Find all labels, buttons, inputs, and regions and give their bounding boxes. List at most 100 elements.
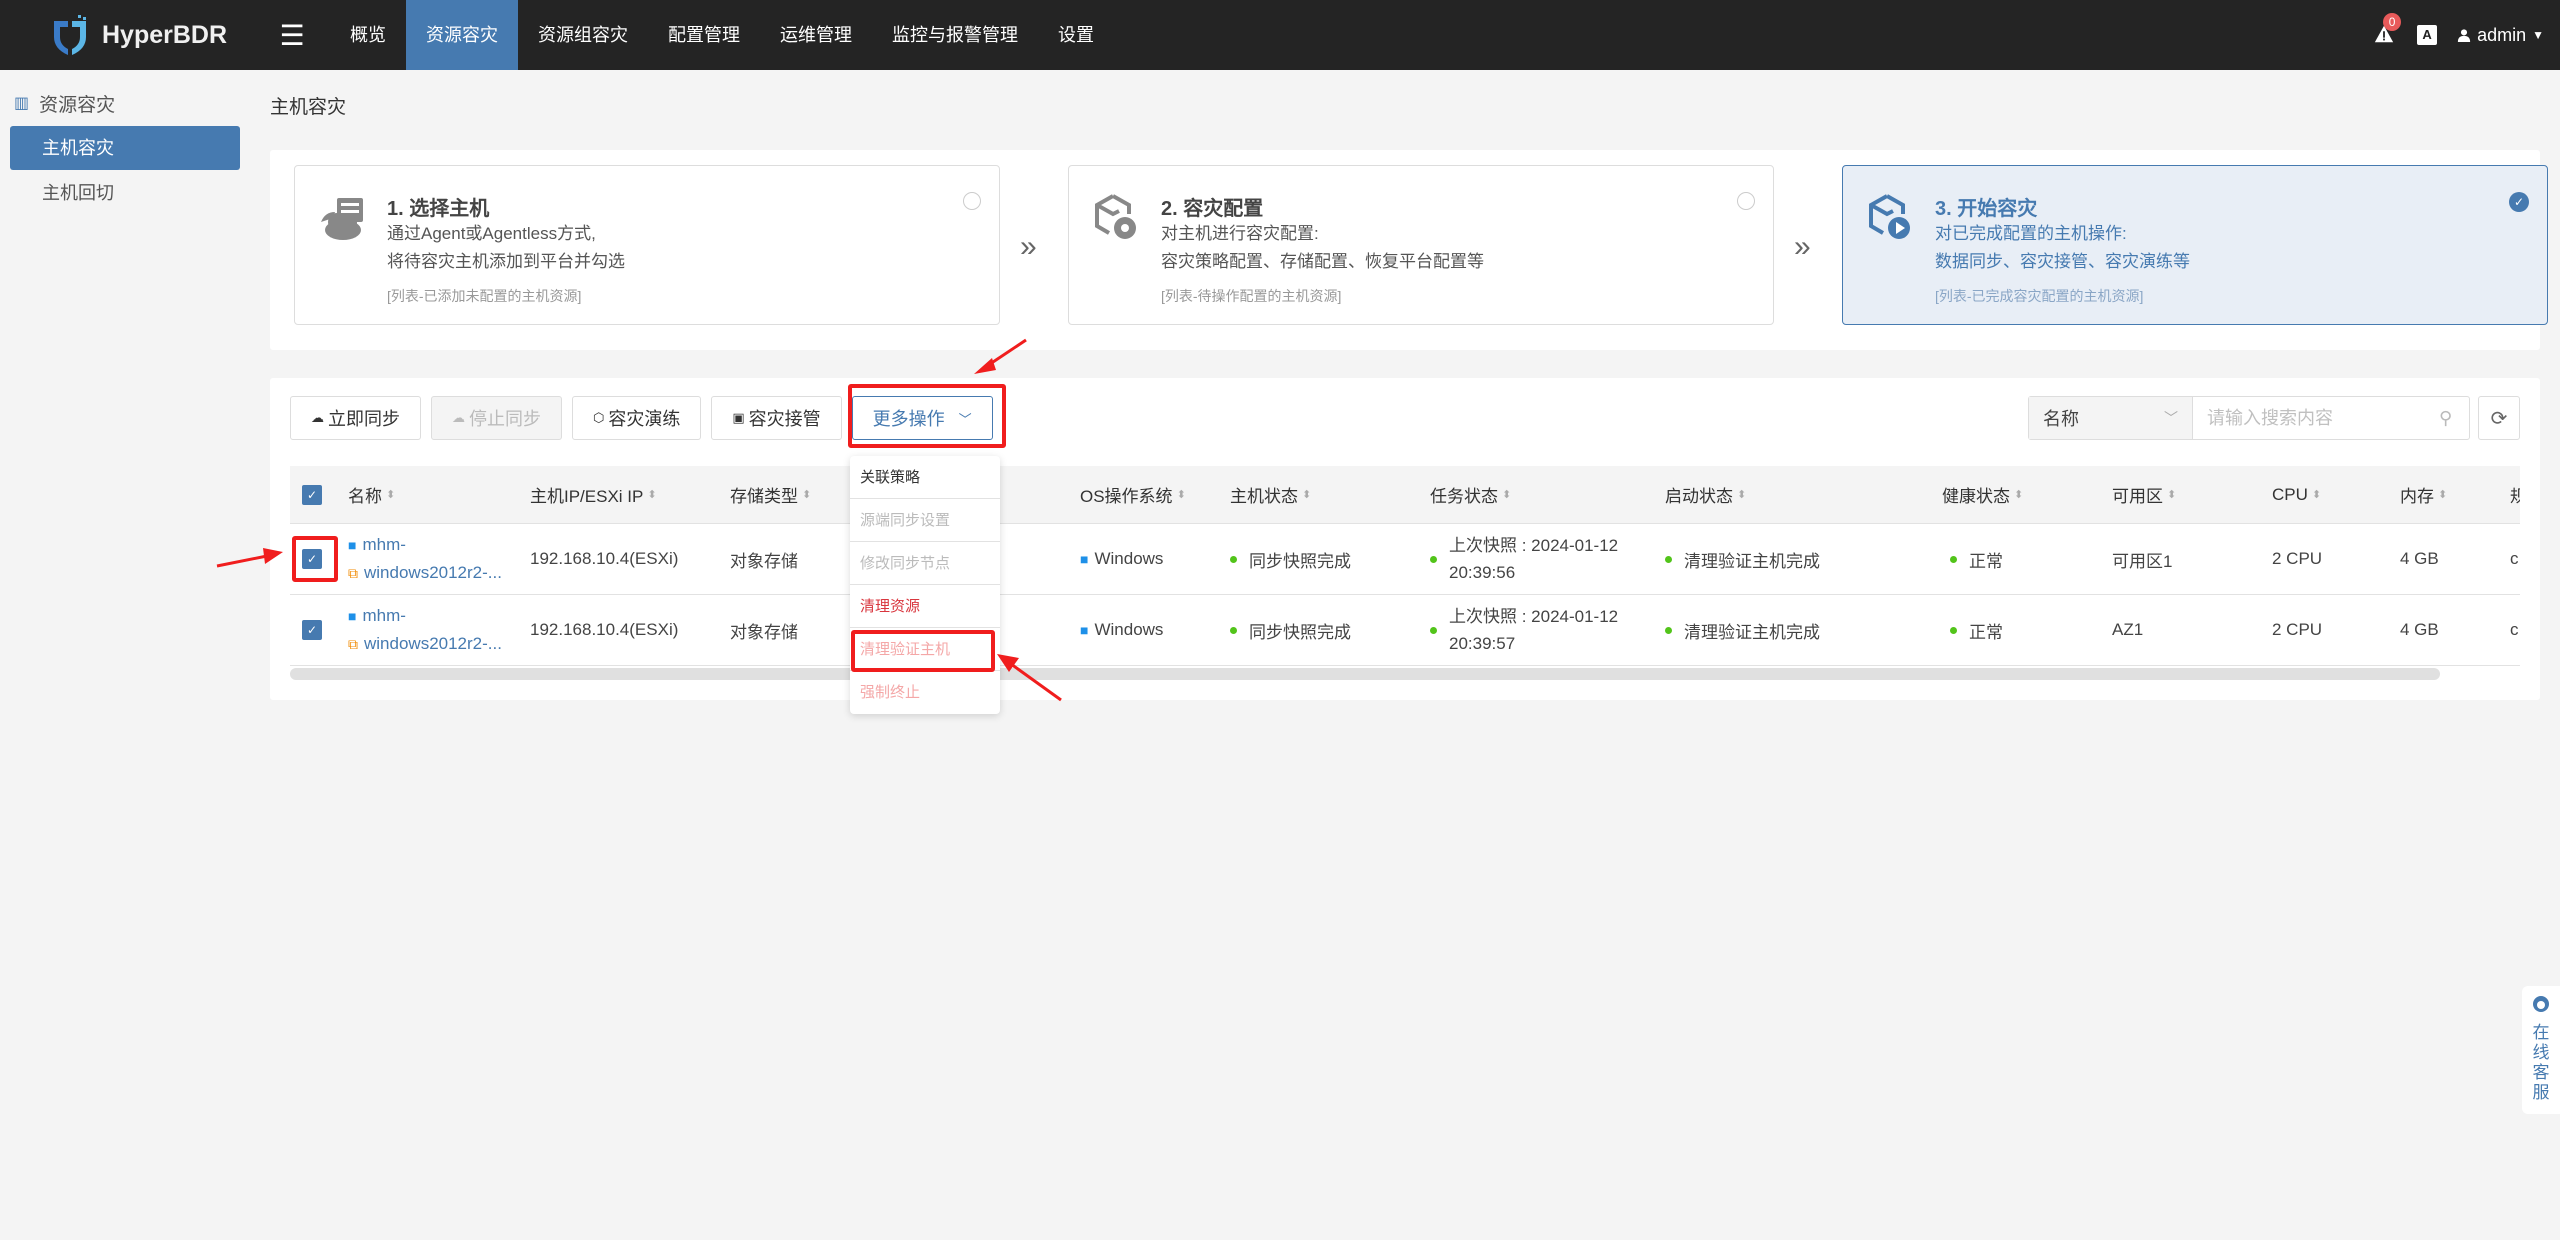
dr-drill-button[interactable]: ⬡ 容灾演练 — [572, 396, 702, 440]
col-spec[interactable]: 规 — [2510, 466, 2520, 523]
sort-icon: ⬍ — [1302, 489, 1312, 501]
cube-icon: ⬡ — [593, 410, 605, 425]
host-name-link[interactable]: ■ mhm- ⧉ windows2012r2-... — [348, 595, 502, 665]
menu-item-cleanup-resources[interactable]: 清理资源 — [850, 585, 1000, 628]
nav-overview[interactable]: 概览 — [330, 0, 406, 70]
nav-resource-dr[interactable]: 资源容灾 — [406, 0, 518, 70]
host-name-link[interactable]: ■ mhm- ⧉ windows2012r2-... — [348, 524, 502, 594]
host-ip: 192.168.10.4(ESXi) — [530, 549, 679, 568]
stop-sync-button[interactable]: ☁ 停止同步 — [431, 396, 562, 440]
annotation-arrow — [216, 548, 283, 568]
search-input[interactable] — [2193, 397, 2439, 439]
col-zone[interactable]: 可用区 ⬍ — [2112, 466, 2176, 523]
status-dot — [1665, 555, 1672, 563]
status-dot — [1950, 626, 1957, 634]
host-status: 同步快照完成 — [1230, 595, 1351, 665]
cube-play-icon — [1869, 194, 1910, 239]
user-menu[interactable]: admin ▼ — [2457, 25, 2544, 46]
step-note: [列表-已添加未配置的主机资源] — [387, 288, 582, 304]
sort-icon: ⬍ — [1502, 489, 1512, 501]
step-note: [列表-待操作配置的主机资源] — [1161, 288, 1342, 304]
language-icon[interactable]: A — [2417, 25, 2438, 45]
menu-item-associate-policy[interactable]: 关联策略 — [850, 456, 1000, 499]
search-icon[interactable]: ⚲ — [2439, 397, 2469, 439]
menu-item-modify-sync-node[interactable]: 修改同步节点 — [850, 542, 1000, 585]
zone: 可用区1 — [2112, 551, 2173, 571]
step-radio[interactable] — [963, 192, 981, 210]
app-name: HyperBDR — [102, 20, 228, 49]
logo[interactable]: HyperBDR — [48, 13, 240, 57]
col-ip[interactable]: 主机IP/ESXi IP ⬍ — [530, 466, 657, 523]
cpu: 2 CPU — [2272, 549, 2323, 568]
sync-now-button[interactable]: ☁ 立即同步 — [290, 396, 421, 440]
windows-icon: ■ — [348, 537, 357, 553]
col-cpu[interactable]: CPU ⬍ — [2272, 466, 2321, 523]
alert-count-badge: 0 — [2383, 13, 2402, 31]
menu-item-source-sync-settings[interactable]: 源端同步设置 — [850, 499, 1000, 542]
sort-icon: ⬍ — [2438, 489, 2448, 501]
host-status: 同步快照完成 — [1230, 524, 1351, 594]
host-table: ✓ 名称 ⬍ 主机IP/ESXi IP ⬍ 存储类型 ⬍ OS操作系统 ⬍ 主机状态 ⬍ … — [290, 466, 2520, 666]
col-boot-status[interactable]: 启动状态 ⬍ — [1665, 466, 1746, 523]
step-description: 对主机进行容灾配置: 容灾策略配置、存储配置、恢复平台配置等 — [1161, 220, 1484, 276]
step-select-host[interactable]: 1. 选择主机 通过Agent或Agentless方式, 将待容灾主机添加到平台… — [294, 165, 1000, 325]
nav-ops-management[interactable]: 运维管理 — [760, 0, 872, 70]
button-label: 容灾演练 — [608, 409, 681, 429]
online-service-label: 在线客服 — [2532, 1023, 2550, 1102]
refresh-button[interactable]: ⟳ — [2478, 396, 2520, 440]
nav-monitoring-alerts[interactable]: 监控与报警管理 — [872, 0, 1038, 70]
steps-panel: 1. 选择主机 通过Agent或Agentless方式, 将待容灾主机添加到平台… — [270, 150, 2548, 350]
sidebar-section-title: 资源容灾 — [39, 94, 116, 116]
menu-toggle-icon[interactable]: ☰ — [272, 19, 312, 52]
row-checkbox[interactable]: ✓ — [302, 595, 322, 665]
sort-icon: ⬍ — [386, 489, 396, 501]
dr-takeover-button[interactable]: ▣ 容灾接管 — [711, 396, 842, 440]
table-header: ✓ 名称 ⬍ 主机IP/ESXi IP ⬍ 存储类型 ⬍ OS操作系统 ⬍ 主机状态 ⬍ … — [290, 466, 2520, 524]
sort-icon: ⬍ — [802, 489, 812, 501]
step-radio[interactable] — [1737, 192, 1755, 210]
chevron-right-icon: » — [1794, 230, 1811, 263]
search-field-value: 名称 — [2043, 409, 2079, 429]
online-service-button[interactable]: 在线客服 — [2522, 986, 2560, 1114]
table-row[interactable]: ✓ ■ mhm- ⧉ windows2012r2-... 192.168.10.4(… — [290, 524, 2520, 595]
vmware-icon: ⧉ — [348, 636, 358, 652]
sort-icon: ⬍ — [2014, 489, 2024, 501]
step-title: 1. 选择主机 — [387, 198, 490, 220]
annotation-highlight-checkbox — [292, 536, 338, 582]
search-bar: 名称 ﹀ ⚲ — [2028, 396, 2470, 440]
nav-resource-group-dr[interactable]: 资源组容灾 — [518, 0, 648, 70]
step-note: [列表-已完成容灾配置的主机资源] — [1935, 288, 2144, 304]
col-health[interactable]: 健康状态 ⬍ — [1942, 466, 2023, 523]
caret-down-icon: ▼ — [2532, 28, 2544, 42]
status-dot — [1430, 626, 1437, 634]
nav-config-management[interactable]: 配置管理 — [648, 0, 760, 70]
step-title: 2. 容灾配置 — [1161, 198, 1264, 220]
sort-icon: ⬍ — [1176, 489, 1186, 501]
step-dr-config[interactable]: 2. 容灾配置 对主机进行容灾配置: 容灾策略配置、存储配置、恢复平台配置等 [… — [1068, 165, 1774, 325]
horizontal-scrollbar[interactable] — [290, 668, 2440, 680]
main-nav: 概览 资源容灾 资源组容灾 配置管理 运维管理 监控与报警管理 设置 — [330, 0, 1114, 70]
user-icon — [2457, 29, 2471, 42]
search-field-select[interactable]: 名称 ﹀ — [2029, 397, 2193, 439]
col-os[interactable]: OS操作系统 ⬍ — [1080, 466, 1186, 523]
step-desc-line: 容灾策略配置、存储配置、恢复平台配置等 — [1161, 252, 1484, 271]
col-task-status[interactable]: 任务状态 ⬍ — [1430, 466, 1511, 523]
select-all-checkbox[interactable]: ✓ — [302, 466, 322, 523]
button-label: 停止同步 — [469, 409, 541, 429]
alerts-button[interactable]: 0 — [2373, 13, 2402, 47]
cloud-stop-icon: ☁ — [452, 410, 465, 425]
col-name[interactable]: 名称 ⬍ — [348, 466, 395, 523]
col-memory[interactable]: 内存 ⬍ — [2400, 466, 2447, 523]
step-checked-icon[interactable]: ✓ — [2509, 192, 2529, 212]
col-storage[interactable]: 存储类型 ⬍ — [730, 466, 811, 523]
step-desc-line: 通过Agent或Agentless方式, — [387, 224, 596, 243]
sidebar-item-host-dr[interactable]: 主机容灾 — [10, 126, 240, 170]
col-host-status[interactable]: 主机状态 ⬍ — [1230, 466, 1311, 523]
step-start-dr[interactable]: 3. 开始容灾 对已完成配置的主机操作: 数据同步、容灾接管、容灾演练等 [列表… — [1842, 165, 2548, 325]
status-dot — [1230, 626, 1237, 634]
health-status: 正常 — [1950, 595, 2003, 665]
nav-settings[interactable]: 设置 — [1038, 0, 1114, 70]
table-row[interactable]: ✓ ■ mhm- ⧉ windows2012r2-... 192.168.10.4(… — [290, 595, 2520, 666]
sidebar-item-host-failback[interactable]: 主机回切 — [10, 171, 240, 215]
menu-item-force-terminate[interactable]: 强制终止 — [850, 671, 1000, 714]
